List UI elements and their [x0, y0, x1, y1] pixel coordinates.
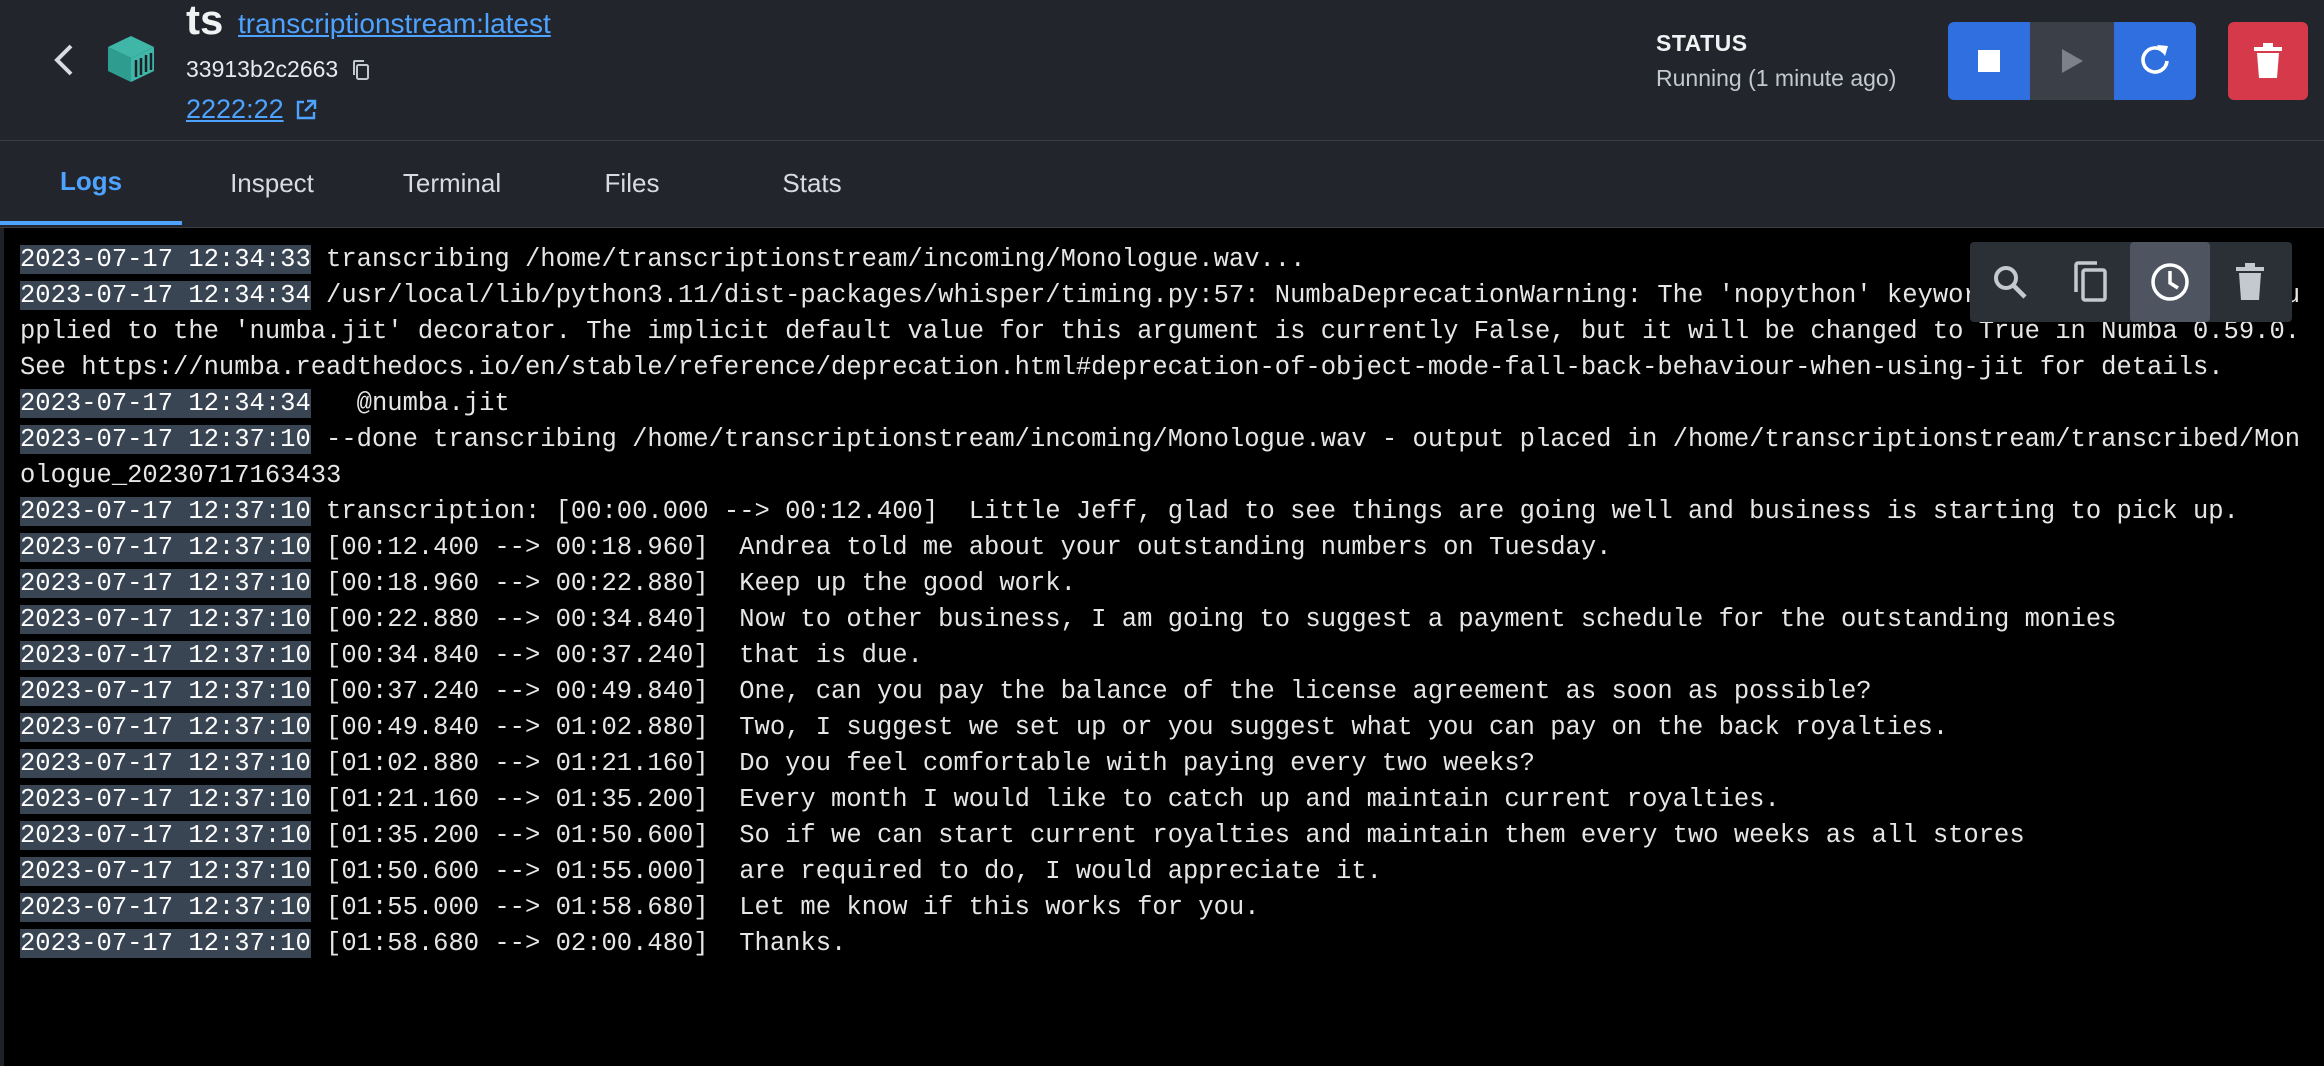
- status-value: Running (1 minute ago): [1656, 65, 1897, 91]
- container-id: 33913b2c2663: [186, 56, 339, 82]
- stop-icon: [1978, 50, 2000, 72]
- log-search-button[interactable]: [1970, 242, 2050, 322]
- log-message: [01:58.680 --> 02:00.480] Thanks.: [310, 929, 847, 958]
- log-line: 2023-07-17 12:34:34 /usr/local/lib/pytho…: [20, 278, 2310, 386]
- container-header: ts transcriptionstream:latest 33913b2c26…: [0, 0, 2324, 141]
- log-timestamp: 2023-07-17 12:37:10: [20, 677, 311, 706]
- restart-button[interactable]: [2114, 22, 2196, 100]
- port-link-label: 2222:22: [186, 94, 284, 124]
- log-timestamp: 2023-07-17 12:37:10: [20, 569, 311, 598]
- log-message: [01:35.200 --> 01:50.600] So if we can s…: [310, 821, 2025, 850]
- log-timestamp: 2023-07-17 12:37:10: [20, 533, 311, 562]
- log-message: transcribing /home/transcriptionstream/i…: [310, 245, 1306, 274]
- log-line: 2023-07-17 12:37:10 transcription: [00:0…: [20, 494, 2310, 530]
- log-timestamp: 2023-07-17 12:37:10: [20, 821, 311, 850]
- log-message: [01:55.000 --> 01:58.680] Let me know if…: [310, 893, 1260, 922]
- log-message: [00:34.840 --> 00:37.240] that is due.: [310, 641, 923, 670]
- tab-logs[interactable]: Logs: [0, 141, 182, 225]
- log-line: 2023-07-17 12:37:10 --done transcribing …: [20, 422, 2310, 494]
- back-button[interactable]: [44, 40, 84, 80]
- log-timestamp: 2023-07-17 12:34:34: [20, 389, 311, 418]
- log-message: [00:37.240 --> 00:49.840] One, can you p…: [310, 677, 1872, 706]
- log-message: [01:02.880 --> 01:21.160] Do you feel co…: [310, 749, 1535, 778]
- log-timestamp: 2023-07-17 12:37:10: [20, 713, 311, 742]
- status-label: STATUS: [1656, 30, 1748, 56]
- copy-icon[interactable]: [350, 59, 372, 81]
- log-line: 2023-07-17 12:37:10 [01:50.600 --> 01:55…: [20, 854, 2310, 890]
- log-message: [01:50.600 --> 01:55.000] are required t…: [310, 857, 1382, 886]
- log-line: 2023-07-17 12:37:10 [00:49.840 --> 01:02…: [20, 710, 2310, 746]
- status-block: STATUS Running (1 minute ago): [1656, 30, 1896, 92]
- log-line: 2023-07-17 12:37:10 [00:18.960 --> 00:22…: [20, 566, 2310, 602]
- log-message: [00:18.960 --> 00:22.880] Keep up the go…: [310, 569, 1076, 598]
- log-timestamp: 2023-07-17 12:37:10: [20, 785, 311, 814]
- container-icon: [108, 36, 154, 82]
- log-line: 2023-07-17 12:34:33 transcribing /home/t…: [20, 242, 2310, 278]
- chevron-left-icon: [54, 44, 73, 76]
- log-line: 2023-07-17 12:37:10 [00:34.840 --> 00:37…: [20, 638, 2310, 674]
- log-copy-button[interactable]: [2050, 242, 2130, 322]
- log-line: 2023-07-17 12:37:10 [01:55.000 --> 01:58…: [20, 890, 2310, 926]
- play-icon: [2062, 49, 2083, 73]
- log-timestamp: 2023-07-17 12:34:33: [20, 245, 311, 274]
- start-button[interactable]: [2030, 22, 2114, 100]
- log-line: 2023-07-17 12:37:10 [00:37.240 --> 00:49…: [20, 674, 2310, 710]
- tab-terminal[interactable]: Terminal: [362, 141, 542, 225]
- container-id-row: 33913b2c2663: [186, 56, 372, 83]
- log-line: 2023-07-17 12:37:10 [01:35.200 --> 01:50…: [20, 818, 2310, 854]
- log-message: [00:12.400 --> 00:18.960] Andrea told me…: [310, 533, 1612, 562]
- port-link[interactable]: 2222:22: [186, 94, 318, 125]
- log-toolbar: [1970, 242, 2292, 322]
- tab-files[interactable]: Files: [542, 141, 722, 225]
- log-output: 2023-07-17 12:34:33 transcribing /home/t…: [4, 228, 2324, 962]
- log-timestamp: 2023-07-17 12:37:10: [20, 857, 311, 886]
- tab-stats[interactable]: Stats: [722, 141, 902, 225]
- log-timestamp: 2023-07-17 12:37:10: [20, 929, 311, 958]
- external-link-icon: [296, 99, 316, 119]
- clock-icon: [2151, 263, 2189, 301]
- log-timestamp: 2023-07-17 12:34:34: [20, 281, 311, 310]
- log-line: 2023-07-17 12:37:10 [00:12.400 --> 00:18…: [20, 530, 2310, 566]
- log-timestamp: 2023-07-17 12:37:10: [20, 497, 311, 526]
- log-line: 2023-07-17 12:37:10 [01:21.160 --> 01:35…: [20, 782, 2310, 818]
- trash-icon: [2254, 43, 2282, 78]
- log-line: 2023-07-17 12:37:10 [00:22.880 --> 00:34…: [20, 602, 2310, 638]
- log-message: [00:22.880 --> 00:34.840] Now to other b…: [310, 605, 2117, 634]
- log-line: 2023-07-17 12:34:34 @numba.jit: [20, 386, 2310, 422]
- search-icon: [1994, 266, 2027, 299]
- log-timestamp: 2023-07-17 12:37:10: [20, 605, 311, 634]
- log-clear-button[interactable]: [2210, 242, 2290, 322]
- log-line: 2023-07-17 12:37:10 [01:02.880 --> 01:21…: [20, 746, 2310, 782]
- log-message: [01:21.160 --> 01:35.200] Every month I …: [310, 785, 1780, 814]
- copy-icon: [2074, 261, 2107, 302]
- container-name: ts: [186, 0, 224, 43]
- tab-inspect[interactable]: Inspect: [182, 141, 362, 225]
- log-timestamp: 2023-07-17 12:37:10: [20, 641, 311, 670]
- log-timestamps-button[interactable]: [2130, 242, 2210, 322]
- log-message: --done transcribing /home/transcriptions…: [20, 425, 2301, 490]
- log-message: [00:49.840 --> 01:02.880] Two, I suggest…: [310, 713, 1949, 742]
- delete-button[interactable]: [2228, 22, 2308, 100]
- log-message: @numba.jit: [310, 389, 510, 418]
- log-timestamp: 2023-07-17 12:37:10: [20, 749, 311, 778]
- tab-bar: Logs Inspect Terminal Files Stats: [0, 141, 2324, 228]
- log-line: 2023-07-17 12:37:10 [01:58.680 --> 02:00…: [20, 926, 2310, 962]
- log-timestamp: 2023-07-17 12:37:10: [20, 425, 311, 454]
- image-link[interactable]: transcriptionstream:latest: [238, 8, 551, 40]
- log-timestamp: 2023-07-17 12:37:10: [20, 893, 311, 922]
- trash-icon: [2236, 263, 2264, 300]
- restart-icon: [2141, 45, 2169, 74]
- stop-button[interactable]: [1948, 22, 2030, 100]
- log-message: transcription: [00:00.000 --> 00:12.400]…: [310, 497, 2239, 526]
- log-viewer[interactable]: 2023-07-17 12:34:33 transcribing /home/t…: [4, 228, 2324, 1066]
